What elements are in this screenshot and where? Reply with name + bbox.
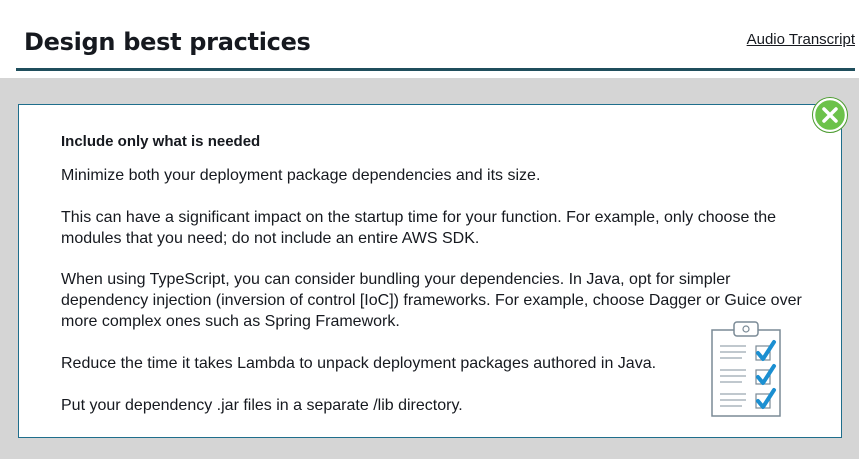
audio-transcript-link[interactable]: Audio Transcript: [747, 31, 855, 48]
page-title: Design best practices: [24, 28, 311, 56]
checklist-clipboard-icon: [706, 318, 786, 422]
paragraph-minimize: Minimize both your deployment package de…: [61, 167, 541, 184]
close-button[interactable]: [812, 97, 848, 133]
close-icon: [812, 97, 848, 133]
card-heading: Include only what is needed: [61, 133, 261, 150]
paragraph-startup: This can have a significant impact on th…: [61, 209, 777, 247]
page-header: Design best practices Audio Transcript: [0, 0, 859, 72]
header-divider: [16, 68, 855, 71]
